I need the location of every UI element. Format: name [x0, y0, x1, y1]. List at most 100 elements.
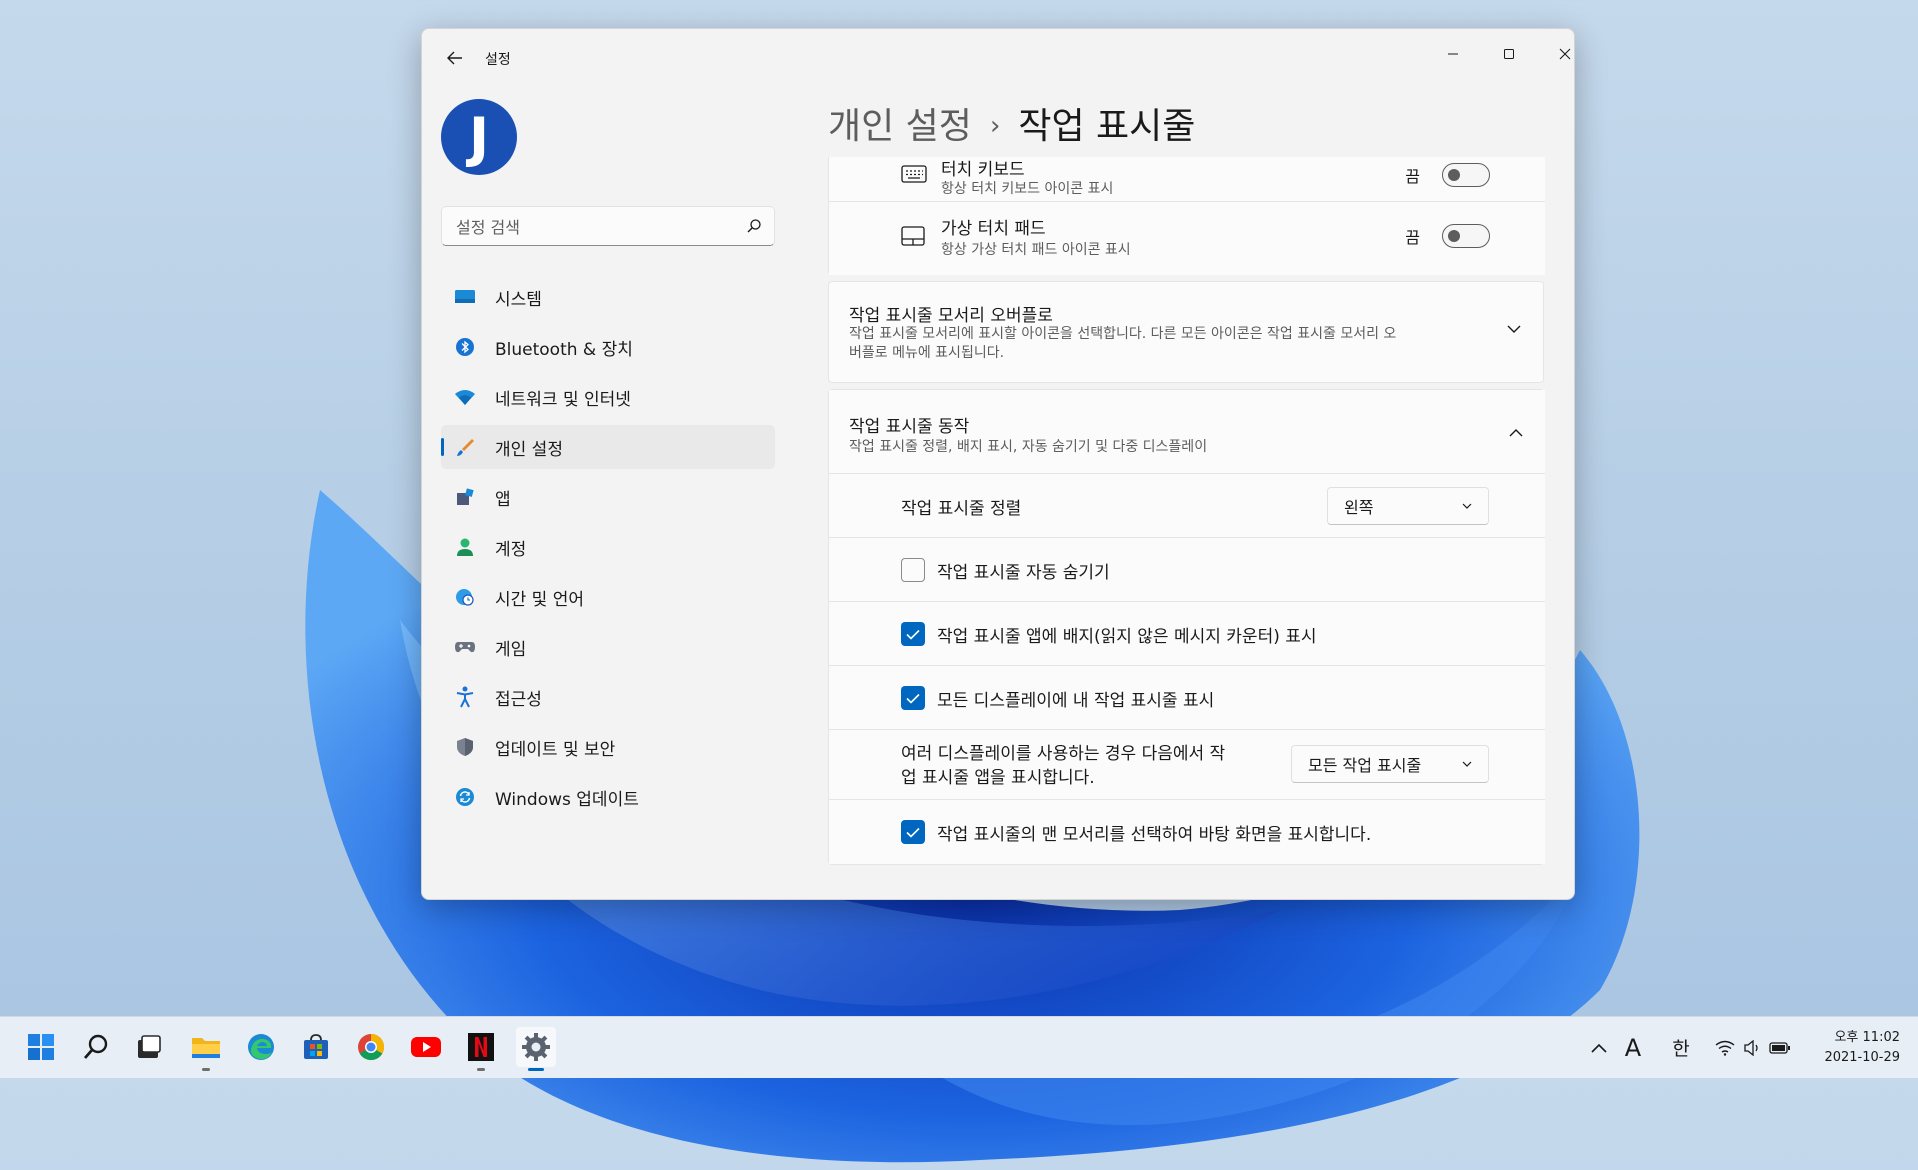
- bluetooth-icon: [453, 335, 477, 359]
- sidebar-item-label: 네트워크 및 인터넷: [495, 389, 631, 410]
- touchpad-toggle[interactable]: [1442, 224, 1490, 248]
- multi-display-label-line: 여러 디스플레이를 사용하는 경우 다음에서 작: [901, 744, 1226, 764]
- sidebar-item-label: Windows 업데이트: [495, 789, 639, 810]
- netflix-icon: [468, 1033, 494, 1061]
- sidebar-item-accessibility[interactable]: 접근성: [441, 675, 775, 719]
- avatar[interactable]: J: [441, 99, 517, 175]
- ime-indicator[interactable]: 한: [1668, 1017, 1694, 1078]
- touch-keyboard-toggle-group: 끔: [1405, 163, 1490, 187]
- active-indicator: [528, 1068, 544, 1071]
- sidebar-item-time-language[interactable]: 시간 및 언어: [441, 575, 775, 619]
- sidebar-item-label: 게임: [495, 639, 527, 660]
- file-explorer-icon: [192, 1038, 220, 1058]
- minimize-button[interactable]: [1430, 39, 1476, 69]
- wifi-icon: [1715, 1040, 1735, 1056]
- sidebar-item-update-security[interactable]: 업데이트 및 보안: [441, 725, 775, 769]
- chrome-button[interactable]: [351, 1027, 391, 1067]
- touchpad-title: 가상 터치 패드: [941, 219, 1046, 239]
- store-button[interactable]: [296, 1027, 336, 1067]
- autohide-row: 작업 표시줄 자동 숨기기: [829, 538, 1545, 602]
- checkmark-icon: [906, 629, 920, 640]
- search-input[interactable]: [454, 207, 738, 247]
- sidebar-item-network[interactable]: 네트워크 및 인터넷: [441, 375, 775, 419]
- badges-checkbox[interactable]: [901, 622, 925, 646]
- task-view-icon: [138, 1035, 161, 1058]
- touchpad-row: 가상 터치 패드 항상 가상 터치 패드 아이콘 표시 끔: [829, 202, 1545, 275]
- breadcrumb-parent[interactable]: 개인 설정: [828, 106, 972, 147]
- globe-clock-icon: [453, 585, 477, 609]
- sidebar-item-system[interactable]: 시스템: [441, 275, 775, 319]
- sidebar-item-label: 업데이트 및 보안: [495, 739, 616, 760]
- search-icon[interactable]: [746, 218, 762, 234]
- sidebar-item-gaming[interactable]: 게임: [441, 625, 775, 669]
- youtube-icon: [411, 1037, 441, 1057]
- alignment-row: 작업 표시줄 정렬 왼쪽: [829, 474, 1545, 538]
- touch-keyboard-subtitle: 항상 터치 키보드 아이콘 표시: [941, 181, 1114, 197]
- font-indicator[interactable]: A: [1620, 1017, 1646, 1078]
- sidebar-item-label: 시스템: [495, 289, 542, 310]
- touchpad-subtitle: 항상 가상 터치 패드 아이콘 표시: [941, 242, 1131, 258]
- sidebar-item-personalization[interactable]: 개인 설정: [441, 425, 775, 469]
- far-corner-checkbox[interactable]: [901, 820, 925, 844]
- alignment-dropdown[interactable]: 왼쪽: [1327, 487, 1489, 525]
- touch-keyboard-toggle[interactable]: [1442, 163, 1490, 187]
- brush-icon: [453, 435, 477, 459]
- taskbar-search-button[interactable]: [76, 1027, 116, 1067]
- taskbar-behaviors-card: 작업 표시줄 동작 작업 표시줄 정렬, 배지 표시, 자동 숨기기 및 다중 …: [828, 389, 1545, 865]
- chevron-up-icon: [1591, 1043, 1607, 1053]
- autohide-checkbox[interactable]: [901, 558, 925, 582]
- maximize-icon: [1504, 49, 1514, 59]
- title-bar: 설정: [422, 29, 1574, 85]
- start-button[interactable]: [21, 1027, 61, 1067]
- touchpad-toggle-group: 끔: [1405, 224, 1490, 248]
- corner-icons-card: 터치 키보드 항상 터치 키보드 아이콘 표시 끔 가상 터치 패드 항상 가상…: [828, 157, 1545, 275]
- netflix-button[interactable]: [461, 1027, 501, 1071]
- sidebar-item-apps[interactable]: 앱: [441, 475, 775, 519]
- sidebar-item-label: 앱: [495, 489, 511, 510]
- settings-content: 터치 키보드 항상 터치 키보드 아이콘 표시 끔 가상 터치 패드 항상 가상…: [828, 157, 1546, 899]
- all-displays-checkbox[interactable]: [901, 686, 925, 710]
- arrow-left-icon: [447, 51, 462, 65]
- sidebar-item-accounts[interactable]: 계정: [441, 525, 775, 569]
- volume-icon: [1744, 1039, 1758, 1056]
- sidebar-item-label: Bluetooth & 장치: [495, 339, 633, 360]
- close-button[interactable]: [1542, 39, 1574, 69]
- search-icon: [83, 1034, 108, 1059]
- file-explorer-button[interactable]: [186, 1027, 226, 1071]
- far-corner-row: 작업 표시줄의 맨 모서리를 선택하여 바탕 화면을 표시합니다.: [829, 800, 1545, 864]
- settings-search-box[interactable]: [441, 206, 775, 247]
- system-status-group[interactable]: [1714, 1017, 1792, 1078]
- behaviors-header[interactable]: 작업 표시줄 동작 작업 표시줄 정렬, 배지 표시, 자동 숨기기 및 다중 …: [829, 390, 1545, 474]
- task-view-button[interactable]: [129, 1027, 169, 1067]
- chevron-down-icon[interactable]: [1507, 325, 1521, 334]
- overflow-subtitle: 작업 표시줄 모서리에 표시할 아이콘을 선택합니다. 다른 모든 아이콘은 작…: [849, 325, 1489, 363]
- youtube-button[interactable]: [406, 1027, 446, 1067]
- clock-time: 오후 11:02: [1834, 1030, 1900, 1045]
- tray-overflow-button[interactable]: [1586, 1017, 1612, 1078]
- start-icon: [28, 1034, 54, 1060]
- keyboard-icon: [901, 165, 927, 183]
- overflow-title: 작업 표시줄 모서리 오버플로: [849, 306, 1053, 326]
- touch-keyboard-row: 터치 키보드 항상 터치 키보드 아이콘 표시 끔: [829, 157, 1545, 202]
- badges-label: 작업 표시줄 앱에 배지(읽지 않은 메시지 카운터) 표시: [937, 627, 1317, 647]
- sidebar-item-windows-update[interactable]: Windows 업데이트: [441, 775, 775, 819]
- sync-icon: [453, 785, 477, 809]
- edge-button[interactable]: [241, 1027, 281, 1067]
- far-corner-label: 작업 표시줄의 맨 모서리를 선택하여 바탕 화면을 표시합니다.: [937, 825, 1372, 845]
- all-displays-row: 모든 디스플레이에 내 작업 표시줄 표시: [829, 666, 1545, 730]
- maximize-button[interactable]: [1486, 39, 1532, 69]
- touch-keyboard-title: 터치 키보드: [941, 160, 1025, 180]
- sidebar-item-bluetooth[interactable]: Bluetooth & 장치: [441, 325, 775, 369]
- overflow-subtitle-line: 작업 표시줄 모서리에 표시할 아이콘을 선택합니다. 다른 모든 아이콘은 작…: [849, 326, 1397, 342]
- chevron-up-icon[interactable]: [1509, 428, 1523, 437]
- back-button[interactable]: [440, 45, 470, 71]
- multi-display-dropdown[interactable]: 모든 작업 표시줄: [1291, 745, 1489, 783]
- all-displays-label: 모든 디스플레이에 내 작업 표시줄 표시: [937, 691, 1215, 711]
- overflow-subtitle-line: 버플로 메뉴에 표시됩니다.: [849, 345, 1005, 361]
- breadcrumb-separator: ›: [989, 111, 1001, 141]
- corner-overflow-card[interactable]: 작업 표시줄 모서리 오버플로 작업 표시줄 모서리에 표시할 아이콘을 선택합…: [828, 281, 1544, 383]
- settings-taskbar-button[interactable]: [516, 1027, 556, 1071]
- system-icon: [453, 285, 477, 309]
- clock[interactable]: 오후 11:02 2021-10-29: [1824, 1028, 1900, 1068]
- multi-display-label-line: 업 표시줄 앱을 표시합니다.: [901, 768, 1095, 788]
